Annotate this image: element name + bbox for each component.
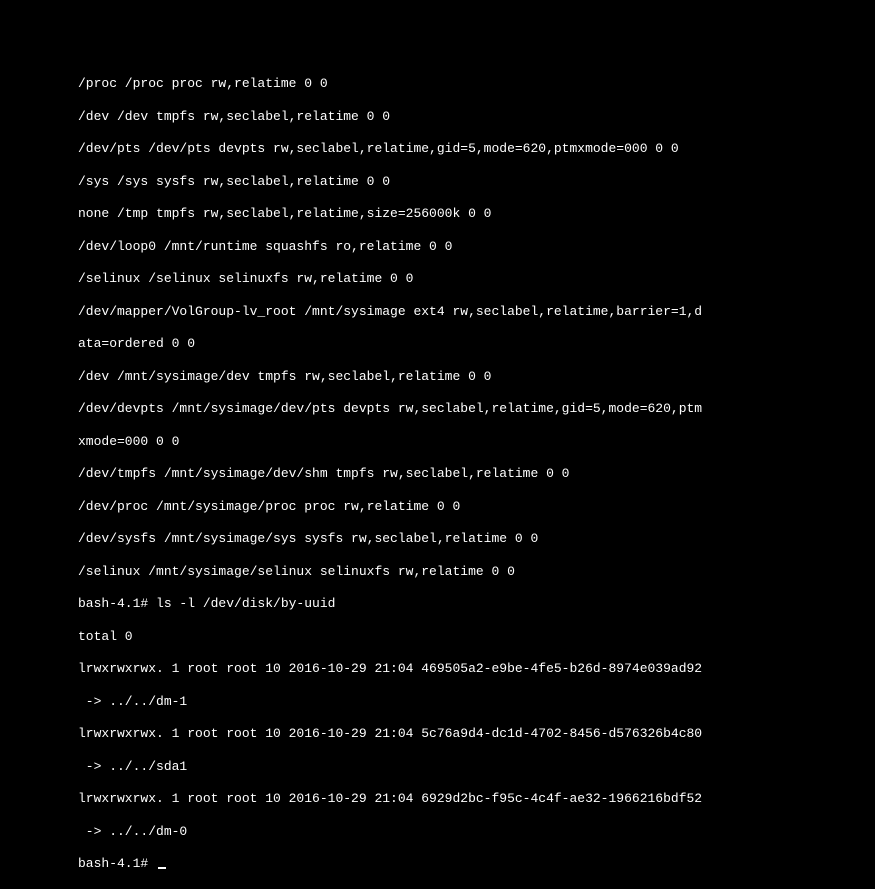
cursor-icon bbox=[158, 867, 166, 869]
output-line: /dev/mapper/VolGroup-lv_root /mnt/sysima… bbox=[78, 304, 875, 320]
output-line: /proc /proc proc rw,relatime 0 0 bbox=[78, 76, 875, 92]
output-line: total 0 bbox=[78, 629, 875, 645]
output-line: /dev/proc /mnt/sysimage/proc proc rw,rel… bbox=[78, 499, 875, 515]
prompt-line[interactable]: bash-4.1# bbox=[78, 856, 875, 872]
output-line: -> ../../dm-1 bbox=[78, 694, 875, 710]
output-line: bash-4.1# ls -l /dev/disk/by-uuid bbox=[78, 596, 875, 612]
shell-prompt: bash-4.1# bbox=[78, 856, 156, 871]
terminal-output[interactable]: /proc /proc proc rw,relatime 0 0 /dev /d… bbox=[0, 0, 875, 889]
output-line: lrwxrwxrwx. 1 root root 10 2016-10-29 21… bbox=[78, 661, 875, 677]
output-line: /selinux /mnt/sysimage/selinux selinuxfs… bbox=[78, 564, 875, 580]
output-line: /dev /dev tmpfs rw,seclabel,relatime 0 0 bbox=[78, 109, 875, 125]
output-line: xmode=000 0 0 bbox=[78, 434, 875, 450]
output-line: ata=ordered 0 0 bbox=[78, 336, 875, 352]
output-line: /dev /mnt/sysimage/dev tmpfs rw,seclabel… bbox=[78, 369, 875, 385]
output-line: none /tmp tmpfs rw,seclabel,relatime,siz… bbox=[78, 206, 875, 222]
output-line: /dev/pts /dev/pts devpts rw,seclabel,rel… bbox=[78, 141, 875, 157]
output-line: /dev/tmpfs /mnt/sysimage/dev/shm tmpfs r… bbox=[78, 466, 875, 482]
output-line: /dev/sysfs /mnt/sysimage/sys sysfs rw,se… bbox=[78, 531, 875, 547]
output-line: lrwxrwxrwx. 1 root root 10 2016-10-29 21… bbox=[78, 726, 875, 742]
output-line: /dev/devpts /mnt/sysimage/dev/pts devpts… bbox=[78, 401, 875, 417]
output-line: /selinux /selinux selinuxfs rw,relatime … bbox=[78, 271, 875, 287]
output-line: lrwxrwxrwx. 1 root root 10 2016-10-29 21… bbox=[78, 791, 875, 807]
output-line: -> ../../dm-0 bbox=[78, 824, 875, 840]
output-line: /dev/loop0 /mnt/runtime squashfs ro,rela… bbox=[78, 239, 875, 255]
output-line: /sys /sys sysfs rw,seclabel,relatime 0 0 bbox=[78, 174, 875, 190]
output-line: -> ../../sda1 bbox=[78, 759, 875, 775]
